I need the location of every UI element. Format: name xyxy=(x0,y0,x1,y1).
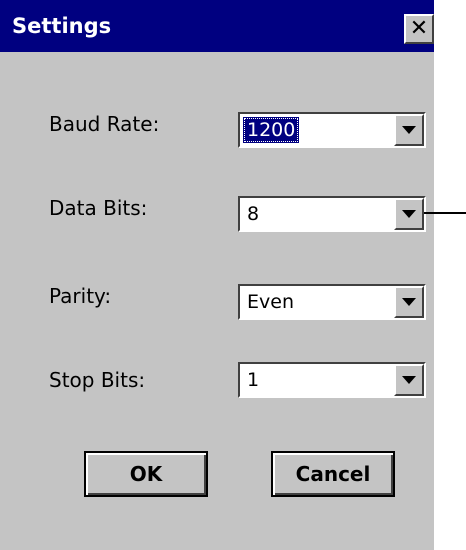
parity-label: Parity: xyxy=(49,284,112,308)
close-button[interactable]: ✕ xyxy=(404,14,434,44)
data-bits-value: 8 xyxy=(247,203,260,225)
stop-bits-dropdown-button[interactable] xyxy=(394,364,424,396)
stop-bits-label: Stop Bits: xyxy=(49,368,146,392)
parity-dropdown[interactable]: Even xyxy=(238,284,426,320)
baud-rate-value: 1200 xyxy=(243,117,300,143)
stop-bits-dropdown[interactable]: 1 xyxy=(238,362,426,398)
data-bits-dropdown-button[interactable] xyxy=(394,198,424,230)
parity-value: Even xyxy=(247,291,294,313)
chevron-down-icon xyxy=(402,376,416,384)
ok-button[interactable]: OK xyxy=(84,451,208,497)
chevron-down-icon xyxy=(402,298,416,306)
baud-rate-dropdown[interactable]: 1200 xyxy=(238,112,426,148)
data-bits-label: Data Bits: xyxy=(49,196,148,220)
chevron-down-icon xyxy=(402,210,416,218)
stop-bits-value: 1 xyxy=(247,369,260,391)
cancel-button[interactable]: Cancel xyxy=(271,451,395,497)
title-bar: Settings ✕ xyxy=(0,0,434,52)
chevron-down-icon xyxy=(402,126,416,134)
close-icon: ✕ xyxy=(409,16,429,41)
callout-line xyxy=(424,212,466,214)
baud-rate-label: Baud Rate: xyxy=(49,112,160,136)
data-bits-dropdown[interactable]: 8 xyxy=(238,196,426,232)
settings-dialog: Settings ✕ Baud Rate: 1200 Data Bits: 8 … xyxy=(0,0,434,550)
dialog-title: Settings xyxy=(12,14,112,38)
parity-dropdown-button[interactable] xyxy=(394,286,424,318)
baud-rate-dropdown-button[interactable] xyxy=(394,114,424,146)
